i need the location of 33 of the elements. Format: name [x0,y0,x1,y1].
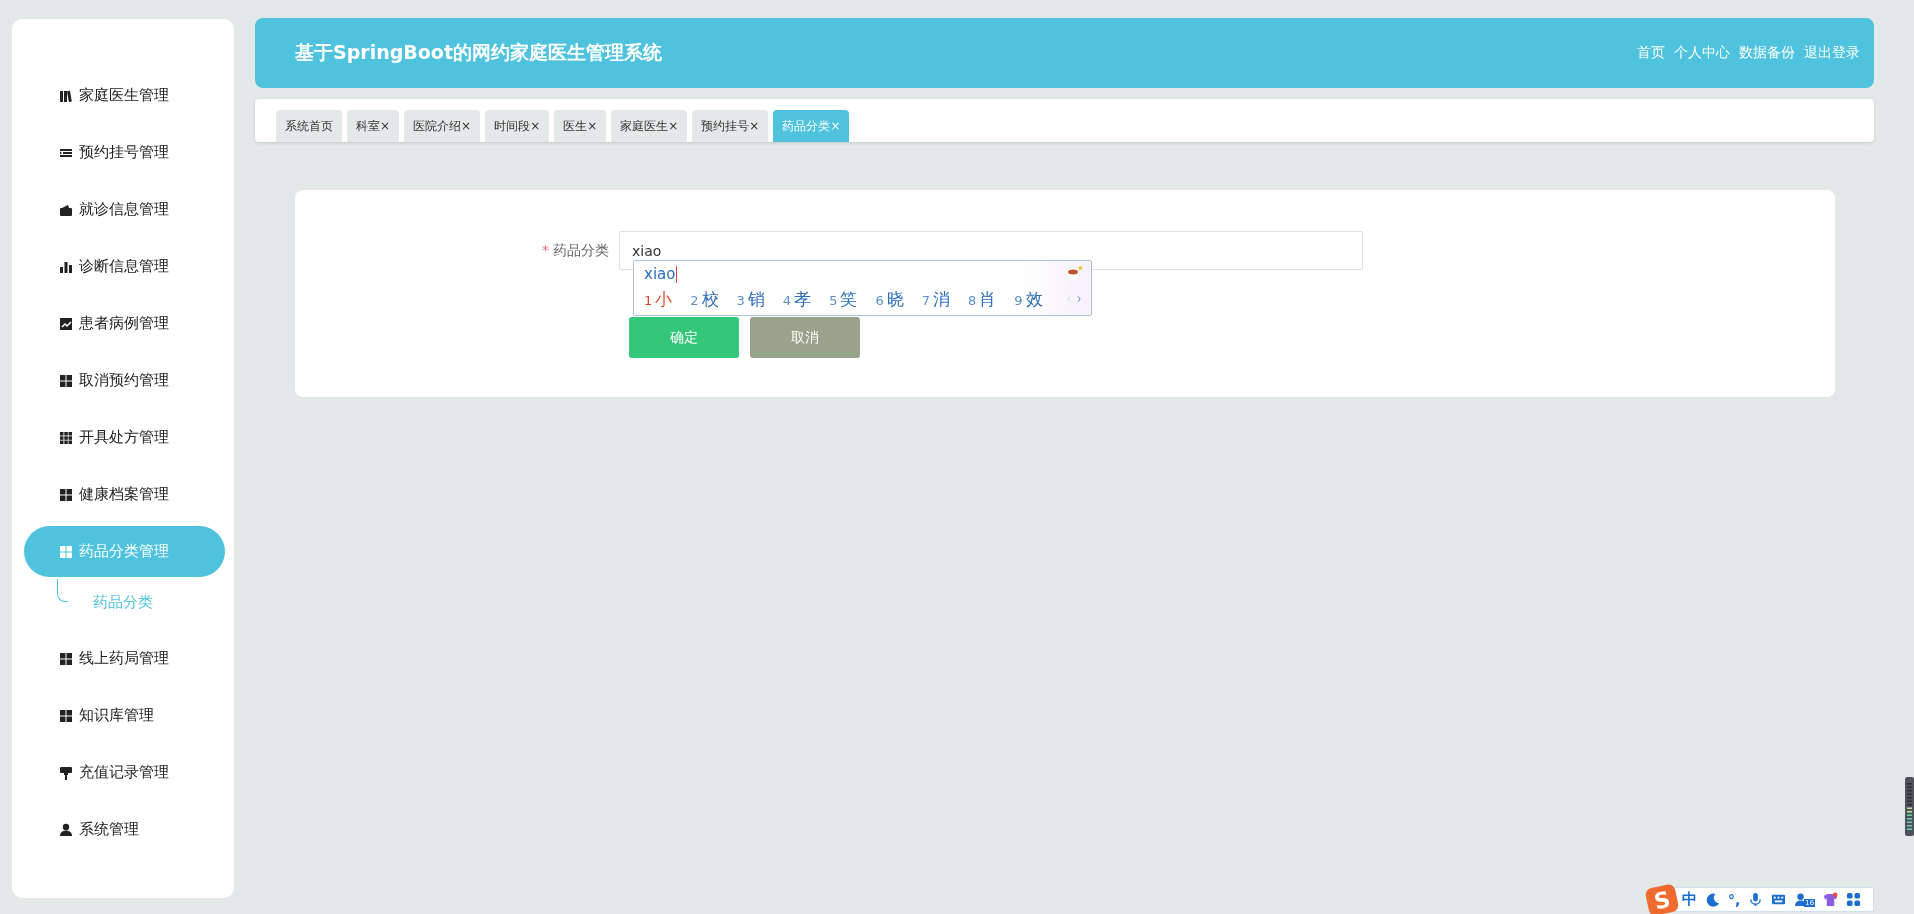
ime-candidate[interactable]: 6 晓 [875,287,904,311]
sidebar-item[interactable]: 就诊信息管理 [24,184,225,235]
ime-candidate[interactable]: 2 校 [690,287,719,311]
field-label: * 药品分类 [541,241,610,260]
ime-candidate[interactable]: 1 小 [644,287,673,311]
tab[interactable]: 时间段× [485,110,550,142]
tab[interactable]: 医生× [554,110,607,142]
ime-candidate[interactable]: 5 笑 [829,287,858,311]
ime-candidate[interactable]: 4 孝 [782,287,812,311]
ime-candidate[interactable]: 9 效 [1014,287,1043,311]
ime-candidate[interactable]: 3 销 [736,287,765,311]
sidebar-item[interactable]: 取消预约管理 [24,355,225,406]
input-mode-toggle[interactable]: 中 [1682,890,1697,909]
ime-candidate[interactable]: 7 消 [921,287,950,311]
sidebar-item[interactable]: 健康档案管理 [24,469,225,520]
ime-logo[interactable]: S [1644,882,1680,914]
sidebar-item[interactable]: 知识库管理 [24,690,225,741]
sidebar-item[interactable]: 家庭医生管理 [24,70,225,121]
tab[interactable]: 系统首页 [276,110,342,142]
sidebar-item[interactable]: 预约挂号管理 [24,127,225,178]
sidebar-item[interactable]: 线上药局管理 [24,633,225,684]
ime-candidate[interactable]: 8 肖 [967,287,997,311]
tab[interactable]: 预约挂号× [692,110,769,142]
sidebar-item[interactable]: 充值记录管理 [24,747,225,798]
sidebar-item[interactable]: 开具处方管理 [24,412,225,463]
tab[interactable]: 科室× [347,110,400,142]
sidebar-item[interactable]: 系统管理 [24,804,225,855]
app-title: 基于SpringBoot的网约家庭医生管理系统 [295,40,662,65]
tab[interactable]: 医院介绍× [404,110,481,142]
punctuation-toggle[interactable]: °, [1728,891,1741,908]
tab[interactable]: 家庭医生× [611,110,688,142]
sidebar-item[interactable]: 诊断信息管理 [24,241,225,292]
sidebar-item[interactable]: 患者病例管理 [24,298,225,349]
